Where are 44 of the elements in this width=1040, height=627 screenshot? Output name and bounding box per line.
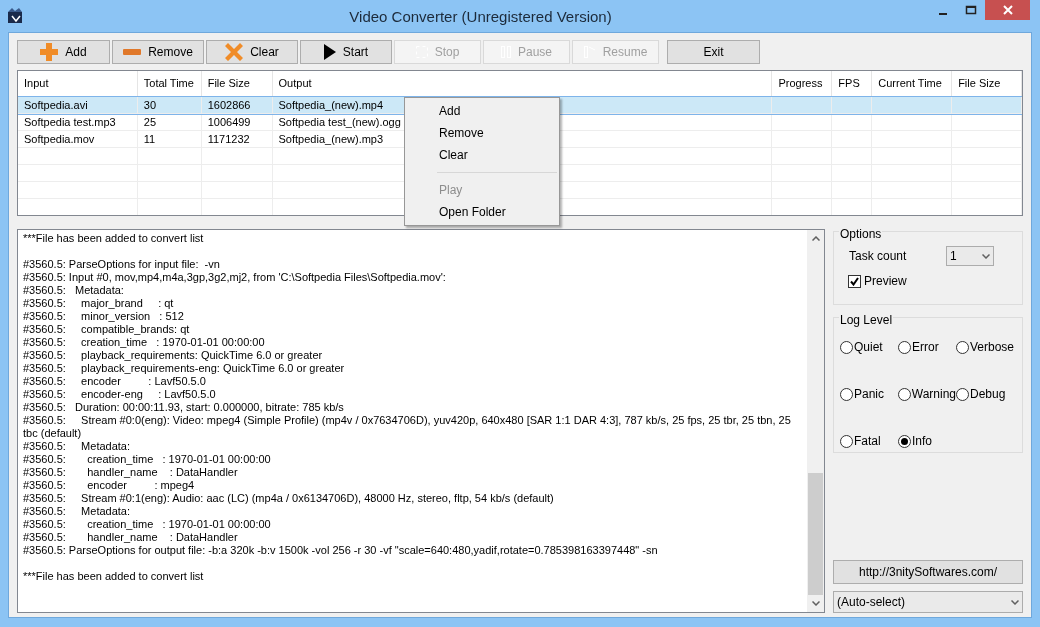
log-line: #3560.5: Duration: 00:00:11.93, start: 0.000000, bitrate: 785 kb/s [23,401,345,414]
table-cell: 25 [137,114,202,130]
log-line: ***File has been added to convert list [23,570,205,583]
log-line: #3560.5: creation_time : 1970-01-01 00:00:00 [23,518,272,531]
log-line: #3560.5: playback_requirements-eng: QuickTime 6.0 or greater [23,362,346,375]
window-title: Video Converter (Unregistered Version) [349,8,612,25]
task-count-label: Task count [849,248,908,265]
preview-label: Preview [864,273,907,290]
log-line: #3560.5: creation_time : 1970-01-01 00:00:00 [23,453,272,466]
log-line: #3560.5: compatible_brands: qt [23,323,191,336]
radio-label: Fatal [854,433,881,450]
log-line: #3560.5: handler_name : DataHandler [23,531,239,544]
radio-label: Debug [970,386,1006,403]
table-cell: 11 [137,131,202,147]
table-cell: Softpedia.avi [18,97,138,113]
log-line: #3560.5: ParseOptions for input file: -vn [23,258,221,271]
log-line: #3560.5: Metadata: [23,440,132,453]
log-line: #3560.5: encoder-eng : Lavf50.5.0 [23,388,217,401]
table-cell: 1171232 [201,131,273,147]
log-line: #3560.5: Input #0, mov,mp4,m4a,3gp,3g2,mj2, from 'C:\Softpedia Files\Softpedia.mov': [23,271,447,284]
log-line: #3560.5: Stream #0:1(eng): Audio: aac (LC) (mp4a / 0x6134706D), 48000 Hz, stereo, fltp, 54 kb/s (default) [23,492,555,505]
table-cell: 1602866 [201,97,273,113]
log-line: #3560.5: encoder : mpeg4 [23,479,196,492]
log-line: #3560.5: Stream #0:0(eng): Video: mpeg4 (Simple Profile) (mp4v / 0x7634706D), yuv420p, 640x480 [SAR 1:1 DAR 4:3], 787 kb/s, 25 fps, 25 tbr, 25 tbn, 25 tbc (default) [23,414,792,440]
radio-label: Warning [911,386,956,403]
table-cell: 1006499 [201,114,273,130]
radio-label: Error [912,339,939,356]
log-line: #3560.5: playback_requirements: QuickTime 6.0 or greater [23,349,324,362]
table-cell: 30 [137,97,202,113]
log-line: #3560.5: Metadata: [23,505,132,518]
log-line: #3560.5: encoder : Lavf50.5.0 [23,375,207,388]
log-line: #3560.5: creation_time : 1970-01-01 00:00:00 [23,336,266,349]
radio-label: Quiet [854,339,883,356]
table-cell: Softpedia test.mp3 [18,114,138,130]
log-line: #3560.5: minor_version : 512 [23,310,185,323]
radio-label: Verbose [970,339,1015,356]
log-line: #3560.5: handler_name : DataHandler [23,466,239,479]
table-cell: Softpedia.mov [18,131,138,147]
log-line: #3560.5: major_brand : qt [23,297,175,310]
log-line: #3560.5: Metadata: [23,284,125,297]
radio-label: Info [912,433,932,450]
radio-label: Panic [854,386,885,403]
log-line: ***File has been added to convert list [23,232,205,245]
log-line: #3560.5: ParseOptions for output file: -b:a 320k -b:v 1500k -vol 256 -r 30 -vf "scale=640:480,yadif,rotate=0.785398163397448" -sn [23,544,659,557]
